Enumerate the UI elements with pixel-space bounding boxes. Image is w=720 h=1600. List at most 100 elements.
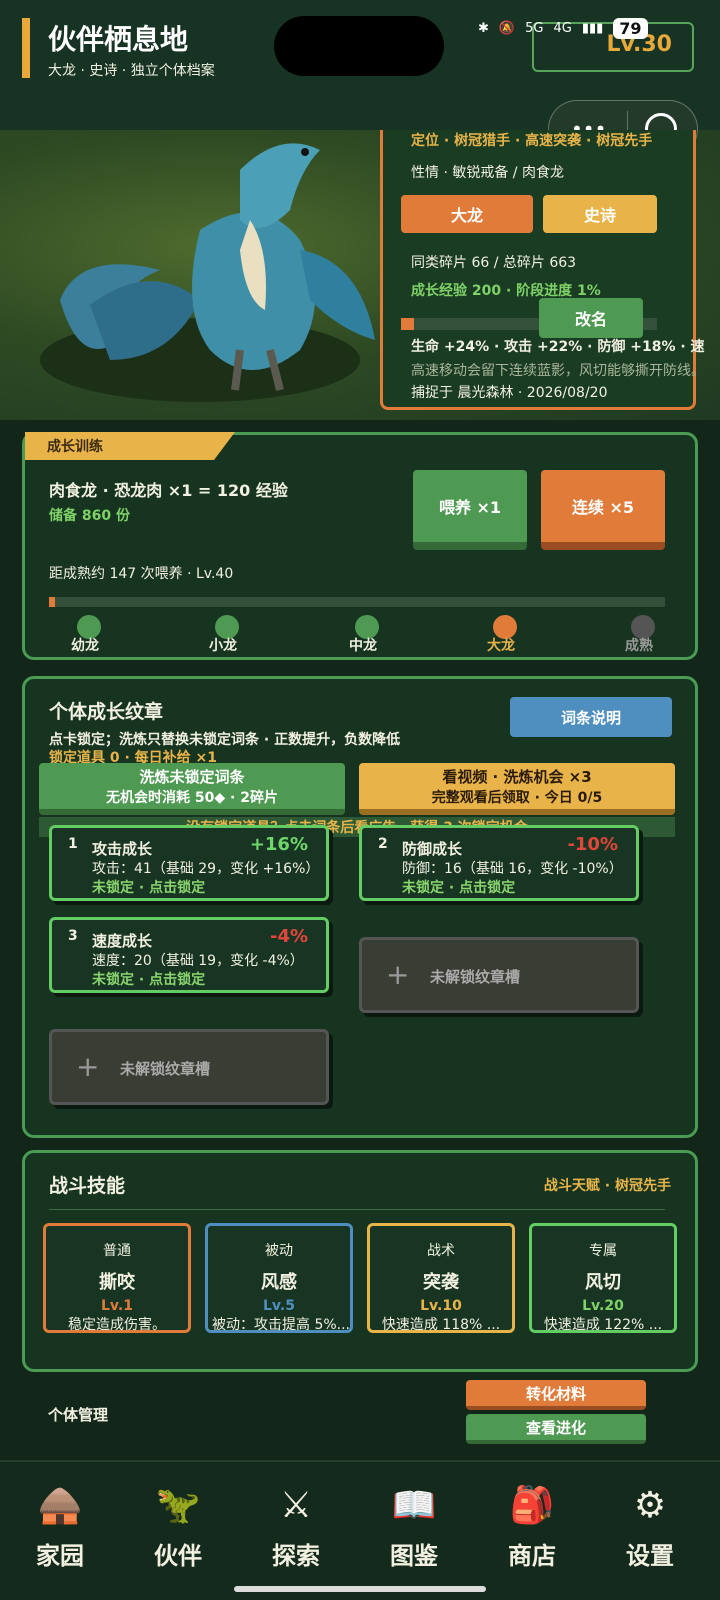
- growth-progress-fill: [49, 597, 56, 607]
- locked-slot-label: 未解锁纹章槽: [430, 968, 521, 986]
- claw-icon: 🦖: [155, 1485, 201, 1526]
- manage-label: 个体管理: [48, 1406, 109, 1424]
- stock-text: 储备 860 份: [49, 508, 130, 524]
- page-subtitle: 大龙 · 史诗 · 独立个体档案: [48, 63, 215, 79]
- skill-card[interactable]: 专属 风切 Lv.20 快速造成 122% ...: [529, 1223, 677, 1333]
- stage-label: 小龙: [209, 638, 237, 654]
- stage-label: 幼龙: [71, 638, 99, 654]
- stage-label: 成熟: [625, 638, 653, 654]
- nav-item[interactable]: 📖 图鉴: [364, 1462, 464, 1571]
- crossed-swords-icon: ⚔: [279, 1485, 313, 1526]
- skill-card[interactable]: 被动 风感 Lv.5 被动：攻击提高 5%...: [205, 1223, 353, 1333]
- plus-icon: +: [386, 958, 410, 991]
- camera-notch: [274, 16, 444, 76]
- help-button[interactable]: 词条说明: [510, 697, 672, 737]
- card-desc: 速度：20（基础 19，变化 -4%）: [92, 953, 304, 969]
- pattern-card[interactable]: 3 速度成长 -4% 速度：20（基础 19，变化 -4%） 未锁定 · 点击锁定: [49, 917, 329, 993]
- skill-card[interactable]: 战术 突袭 Lv.10 快速造成 118% ...: [367, 1223, 515, 1333]
- wash-button[interactable]: 洗炼未锁定词条 无机会时消耗 50◆ · 2碎片: [39, 763, 345, 815]
- temper-text: 性情 · 敏锐戒备 / 肉食龙: [411, 165, 564, 181]
- role-text: 定位 · 树冠猎手 · 高速突袭 · 树冠先手: [411, 133, 653, 149]
- evolve-button[interactable]: 查看进化: [466, 1414, 646, 1444]
- card-lock-state: 未锁定 · 点击锁定: [402, 880, 516, 896]
- nav-label: 探索: [272, 1542, 320, 1570]
- feed-text: 肉食龙 · 恐龙肉 ×1 = 120 经验: [49, 481, 288, 500]
- status-bar: ✱ 🔕 5G 4G ▮▮▮ 79: [478, 18, 648, 39]
- stage-label: 大龙: [487, 638, 515, 654]
- network-5g: 5G: [525, 21, 544, 36]
- gear-icon: ⚙: [633, 1485, 667, 1526]
- desc-text: 高速移动会留下连续蓝影，风切能够撕开防线。: [411, 363, 701, 379]
- bluetooth-icon: ✱: [478, 21, 489, 36]
- card-percent: +16%: [249, 834, 308, 855]
- book-icon: 📖: [391, 1485, 437, 1526]
- nav-item[interactable]: 🦖 伙伴: [128, 1462, 228, 1571]
- dragon-portrait: [40, 143, 375, 402]
- bottom-nav: 🛖 家园 🦖 伙伴 ⚔ 探索 📖 图鉴 🎒 商店 ⚙ 设置: [0, 1460, 720, 1600]
- nav-label: 图鉴: [390, 1542, 438, 1570]
- signal-icon: ▮▮▮: [581, 21, 604, 36]
- feed-five-button[interactable]: 连续 ×5: [541, 470, 665, 550]
- growth-progress-track: [49, 597, 665, 607]
- nav-item[interactable]: 🛖 家园: [10, 1462, 110, 1571]
- card-lock-state: 未锁定 · 点击锁定: [92, 972, 206, 988]
- card-number: 1: [68, 836, 78, 852]
- skill-desc: 稳定造成伤害。: [68, 1317, 166, 1333]
- skill-type: 战术: [427, 1243, 455, 1259]
- training-panel: 成长训练 肉食龙 · 恐龙肉 ×1 = 120 经验 储备 860 份 喂养 ×…: [22, 432, 698, 660]
- skills-title: 战斗技能: [49, 1175, 126, 1197]
- card-name: 防御成长: [402, 840, 463, 858]
- card-desc: 攻击：41（基础 29，变化 +16%）: [92, 861, 320, 877]
- battery-indicator: 79: [613, 18, 648, 39]
- feed-once-button[interactable]: 喂养 ×1: [413, 470, 527, 550]
- skill-name: 风切: [585, 1272, 621, 1293]
- nav-item[interactable]: ⚔ 探索: [246, 1462, 346, 1571]
- pattern-rule-text: 点卡锁定；洗炼只替换未锁定词条 · 正数提升，负数降低: [49, 732, 401, 748]
- stage-label: 中龙: [349, 638, 377, 654]
- skill-card[interactable]: 普通 撕咬 Lv.1 稳定造成伤害。: [43, 1223, 191, 1333]
- nav-label: 商店: [508, 1542, 556, 1570]
- rarity-tag: 史诗: [543, 195, 657, 233]
- skill-level: Lv.1: [101, 1298, 133, 1314]
- card-lock-state: 未锁定 · 点击锁定: [92, 880, 206, 896]
- pattern-card[interactable]: 2 防御成长 -10% 防御：16（基础 16，变化 -10%） 未锁定 · 点击锁定: [359, 825, 639, 901]
- skill-level: Lv.5: [263, 1298, 295, 1314]
- skills-divider: [49, 1209, 665, 1210]
- plus-icon: +: [76, 1050, 100, 1083]
- locked-slot[interactable]: + 未解锁纹章槽: [359, 937, 639, 1013]
- stage-tag: 大龙: [401, 195, 533, 233]
- exp-text: 成长经验 200 · 阶段进度 1%: [411, 283, 601, 299]
- card-number: 2: [378, 836, 388, 852]
- skill-type: 专属: [589, 1243, 617, 1259]
- backpack-icon: 🎒: [509, 1485, 555, 1526]
- nav-label: 家园: [36, 1542, 84, 1570]
- pattern-panel: 个体成长纹章 词条说明 点卡锁定；洗炼只替换未锁定词条 · 正数提升，负数降低 …: [22, 676, 698, 1138]
- training-tab: 成长训练: [25, 432, 235, 460]
- nav-label: 设置: [626, 1542, 674, 1570]
- card-desc: 防御：16（基础 16，变化 -10%）: [402, 861, 623, 877]
- skill-name: 撕咬: [99, 1272, 135, 1293]
- skill-level: Lv.10: [420, 1298, 462, 1314]
- nav-label: 伙伴: [154, 1542, 202, 1570]
- exp-progress-fill: [401, 318, 414, 330]
- skill-desc: 快速造成 122% ...: [543, 1317, 663, 1333]
- home-indicator[interactable]: [234, 1586, 486, 1592]
- skill-type: 被动: [265, 1243, 293, 1259]
- locked-slot[interactable]: + 未解锁纹章槽: [49, 1029, 329, 1105]
- wash-sub: 无机会时消耗 50◆ · 2碎片: [106, 789, 278, 806]
- card-percent: -4%: [269, 926, 308, 947]
- nav-item[interactable]: ⚙ 设置: [600, 1462, 700, 1571]
- caught-text: 捕捉于 晨光森林 · 2026/08/20: [411, 385, 608, 401]
- skills-panel: 战斗技能 战斗天赋 · 树冠先手 普通 撕咬 Lv.1 稳定造成伤害。 被动 风感 Lv.5…: [22, 1150, 698, 1372]
- stats-text: 生命 +24% · 攻击 +22% · 防御 +18% · 速: [411, 339, 705, 355]
- pattern-title: 个体成长纹章: [49, 701, 164, 723]
- remain-text: 距成熟约 147 次喂养 · Lv.40: [49, 566, 234, 582]
- pattern-card[interactable]: 1 攻击成长 +16% 攻击：41（基础 29，变化 +16%） 未锁定 · 点击锁定: [49, 825, 329, 901]
- convert-button[interactable]: 转化材料: [466, 1380, 646, 1410]
- title-accent-bar: [22, 18, 30, 78]
- nav-item[interactable]: 🎒 商店: [482, 1462, 582, 1571]
- video-title: 看视频 · 洗炼机会 ×3: [442, 767, 592, 786]
- watch-video-button[interactable]: 看视频 · 洗炼机会 ×3 完整观看后领取 · 今日 0/5: [359, 763, 675, 815]
- talent-text: 战斗天赋 · 树冠先手: [543, 1178, 671, 1194]
- rename-button[interactable]: 改名: [539, 298, 643, 338]
